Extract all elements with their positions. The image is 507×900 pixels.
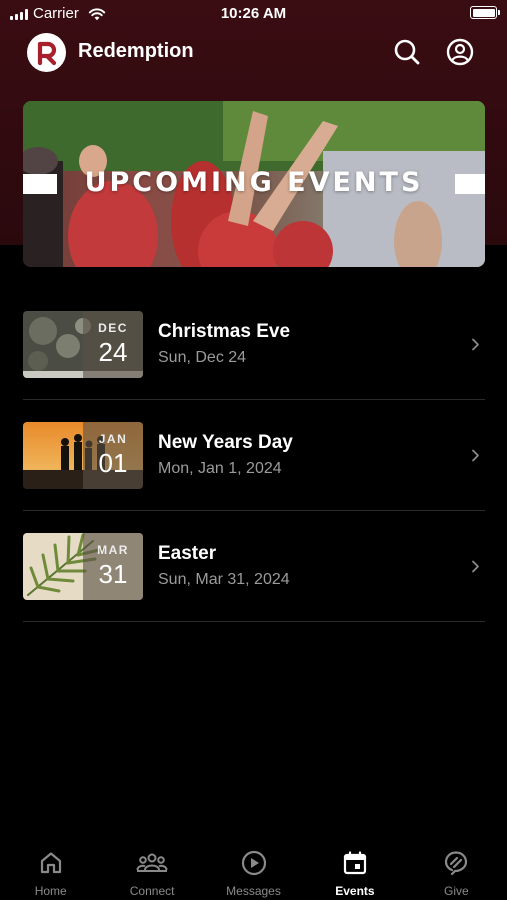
logo-mark-icon	[37, 41, 56, 65]
search-icon	[394, 39, 420, 65]
chevron-right-icon	[472, 338, 479, 351]
status-time: 10:26 AM	[220, 5, 287, 22]
event-row-christmas-eve[interactable]: DEC 24 Christmas Eve Sun, Dec 24	[23, 289, 485, 400]
event-thumbnail: JAN 01	[23, 422, 143, 489]
event-thumbnail: MAR 31	[23, 533, 143, 600]
badge-month: JAN	[98, 432, 128, 446]
date-badge: MAR 31	[83, 533, 143, 600]
tab-label: Messages	[226, 884, 281, 898]
tab-bar: Home Connect Messages Events Give	[0, 838, 507, 900]
badge-day: 01	[98, 448, 128, 478]
date-badge: JAN 01	[83, 422, 143, 489]
event-row-easter[interactable]: MAR 31 Easter Sun, Mar 31, 2024	[23, 511, 485, 622]
badge-day: 31	[98, 559, 128, 589]
events-banner[interactable]: UPCOMING EVENTS	[23, 101, 485, 267]
tab-label: Connect	[129, 884, 175, 898]
event-title: New Years Day	[158, 432, 293, 453]
logo[interactable]	[27, 33, 66, 72]
badge-day: 24	[98, 337, 128, 367]
tab-messages[interactable]: Messages	[203, 838, 304, 900]
event-date: Sun, Mar 31, 2024	[158, 571, 290, 588]
account-icon	[446, 38, 474, 66]
tab-label: Give	[443, 884, 469, 898]
home-icon	[40, 852, 61, 874]
tab-connect[interactable]: Connect	[101, 838, 202, 900]
badge-month: DEC	[98, 321, 128, 335]
chevron-right-icon	[472, 560, 479, 573]
chevron-right-icon	[472, 449, 479, 462]
date-badge: DEC 24	[83, 311, 143, 378]
event-thumbnail: DEC 24	[23, 311, 143, 378]
tab-events[interactable]: Events	[304, 838, 405, 900]
play-circle-icon	[241, 850, 266, 876]
battery-icon	[470, 6, 500, 19]
status-bar: Carrier 10:26 AM	[0, 0, 507, 30]
app-header: Redemption	[0, 30, 507, 74]
badge-month: MAR	[97, 543, 129, 557]
search-button[interactable]	[393, 38, 421, 66]
tab-home[interactable]: Home	[0, 838, 101, 900]
account-button[interactable]	[446, 38, 474, 66]
tab-label: Home	[34, 884, 67, 898]
app-title: Redemption	[78, 40, 194, 62]
event-row-new-years-day[interactable]: JAN 01 New Years Day Mon, Jan 1, 2024	[23, 400, 485, 511]
event-list: DEC 24 Christmas Eve Sun, Dec 24 JAN 01 …	[23, 289, 485, 622]
event-title: Christmas Eve	[158, 321, 291, 342]
event-date: Sun, Dec 24	[158, 349, 247, 366]
event-title: Easter	[158, 543, 217, 564]
calendar-icon	[343, 851, 367, 875]
event-date: Mon, Jan 1, 2024	[158, 460, 282, 477]
give-icon	[445, 851, 468, 876]
people-icon	[136, 853, 168, 872]
tab-give[interactable]: Give	[406, 838, 507, 900]
banner-title: UPCOMING EVENTS	[84, 167, 424, 198]
tab-label: Events	[335, 884, 375, 898]
